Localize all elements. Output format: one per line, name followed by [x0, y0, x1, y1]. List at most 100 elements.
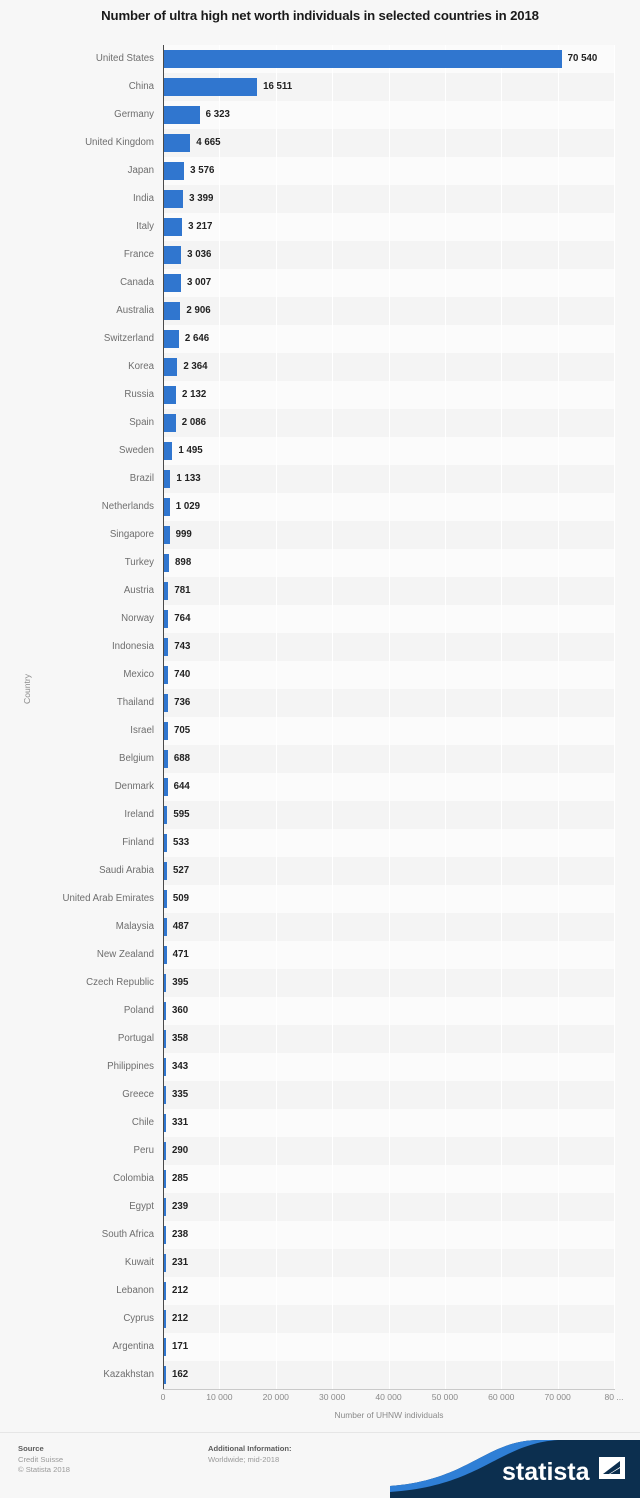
bar-row[interactable]: Portugal 358 — [0, 1025, 640, 1053]
x-tick-label: 40 000 — [375, 1392, 402, 1402]
bar[interactable] — [164, 862, 167, 880]
bar-row[interactable]: Czech Republic 395 — [0, 969, 640, 997]
bar-value-label: 999 — [175, 529, 192, 540]
bar[interactable] — [164, 358, 178, 376]
bar[interactable] — [164, 218, 183, 236]
bar-row[interactable]: France 3 036 — [0, 241, 640, 269]
bar-row[interactable]: Mexico 740 — [0, 661, 640, 689]
bar-row[interactable]: New Zealand 471 — [0, 941, 640, 969]
category-label: Spain — [129, 417, 154, 428]
bar[interactable] — [164, 554, 170, 572]
bar-row[interactable]: Philippines 343 — [0, 1053, 640, 1081]
bar-value-label: 705 — [173, 725, 191, 736]
bar[interactable] — [164, 694, 169, 712]
bar[interactable] — [164, 778, 168, 796]
bar-value-label: 239 — [172, 1201, 189, 1212]
bar-row[interactable]: Finland 533 — [0, 829, 640, 857]
bar-row[interactable]: Sweden 1 495 — [0, 437, 640, 465]
bar[interactable] — [164, 834, 167, 852]
bar-row[interactable]: India 3 399 — [0, 185, 640, 213]
bar-row[interactable]: Ireland 595 — [0, 801, 640, 829]
x-tick-label: 0 — [160, 1392, 166, 1402]
bar[interactable] — [164, 498, 170, 516]
category-label: Colombia — [113, 1173, 154, 1184]
bar-row[interactable]: Denmark 644 — [0, 773, 640, 801]
bar-row[interactable]: Saudi Arabia 527 — [0, 857, 640, 885]
bar-row[interactable]: Switzerland 2 646 — [0, 325, 640, 353]
bar-row[interactable]: Argentina 171 — [0, 1333, 640, 1361]
bar-row[interactable]: Turkey 898 — [0, 549, 640, 577]
bar-row[interactable]: Indonesia 743 — [0, 633, 640, 661]
bar-row[interactable]: South Africa 238 — [0, 1221, 640, 1249]
bar[interactable] — [164, 806, 168, 824]
bar[interactable] — [164, 386, 177, 404]
bar-value-label: 6 323 — [205, 109, 230, 120]
bar-row[interactable]: Russia 2 132 — [0, 381, 640, 409]
bar[interactable] — [164, 442, 173, 460]
bar-row[interactable]: Korea 2 364 — [0, 353, 640, 381]
bar-row[interactable]: Netherlands 1 029 — [0, 493, 640, 521]
bar-value-label: 3 036 — [187, 249, 212, 260]
bar-row[interactable]: Egypt 239 — [0, 1193, 640, 1221]
category-label: Thailand — [116, 697, 154, 708]
statista-logo[interactable]: statista — [390, 1440, 640, 1498]
bar-row[interactable]: Chile 331 — [0, 1109, 640, 1137]
bar[interactable] — [164, 666, 169, 684]
bar-row[interactable]: Singapore 999 — [0, 521, 640, 549]
x-axis-ticks: 0 10 000 20 000 30 000 40 000 50 000 60 000 70 … — [0, 1392, 640, 1406]
bar-row[interactable]: United Kingdom 4 665 — [0, 129, 640, 157]
bar-row[interactable]: Germany 6 323 — [0, 101, 640, 129]
bar-row[interactable]: Colombia 285 — [0, 1165, 640, 1193]
bar[interactable] — [164, 106, 200, 124]
bar[interactable] — [164, 162, 185, 180]
bar-row[interactable]: Australia 2 906 — [0, 297, 640, 325]
bar-row[interactable]: Kazakhstan 162 — [0, 1361, 640, 1389]
x-tick-label: 70 000 — [544, 1392, 571, 1402]
bar-row[interactable]: Belgium 688 — [0, 745, 640, 773]
bar[interactable] — [164, 330, 179, 348]
bar[interactable] — [164, 722, 168, 740]
bar-row[interactable]: China 16 511 — [0, 73, 640, 101]
bar-row[interactable]: Israel 705 — [0, 717, 640, 745]
bar[interactable] — [164, 414, 176, 432]
bar[interactable] — [164, 50, 562, 68]
bar[interactable] — [164, 302, 181, 320]
bar[interactable] — [164, 526, 170, 544]
bar[interactable] — [164, 470, 171, 488]
bar[interactable] — [164, 274, 181, 292]
bar-row[interactable]: Austria 781 — [0, 577, 640, 605]
bar[interactable] — [164, 890, 167, 908]
bar[interactable] — [164, 246, 182, 264]
bar[interactable] — [164, 750, 168, 768]
bar-row[interactable]: Kuwait 231 — [0, 1249, 640, 1277]
bar-row[interactable]: Malaysia 487 — [0, 913, 640, 941]
bar[interactable] — [164, 946, 167, 964]
bar-row[interactable]: United Arab Emirates 509 — [0, 885, 640, 913]
bar[interactable] — [164, 638, 169, 656]
bar-value-label: 238 — [172, 1229, 189, 1240]
bar-row[interactable]: Greece 335 — [0, 1081, 640, 1109]
bar[interactable] — [164, 78, 258, 96]
bar-row[interactable]: Peru 290 — [0, 1137, 640, 1165]
bar-row[interactable]: Japan 3 576 — [0, 157, 640, 185]
bar-row[interactable]: Poland 360 — [0, 997, 640, 1025]
category-label: Netherlands — [101, 501, 154, 512]
bar-row[interactable]: Canada 3 007 — [0, 269, 640, 297]
bar[interactable] — [164, 918, 167, 936]
x-tick-label: 30 000 — [318, 1392, 346, 1402]
bar-row[interactable]: United States 70 540 — [0, 45, 640, 73]
bar[interactable] — [164, 190, 184, 208]
bar-row[interactable]: Lebanon 212 — [0, 1277, 640, 1305]
bar[interactable] — [164, 610, 169, 628]
category-label: Indonesia — [111, 641, 154, 652]
bar-value-label: 764 — [174, 613, 191, 624]
bar-row[interactable]: Cyprus 212 — [0, 1305, 640, 1333]
bar-row[interactable]: Norway 764 — [0, 605, 640, 633]
bar-row[interactable]: Spain 2 086 — [0, 409, 640, 437]
bar-row[interactable]: Italy 3 217 — [0, 213, 640, 241]
category-label: Portugal — [117, 1033, 154, 1044]
bar[interactable] — [164, 134, 191, 152]
bar-row[interactable]: Brazil 1 133 — [0, 465, 640, 493]
bar[interactable] — [164, 582, 169, 600]
bar-row[interactable]: Thailand 736 — [0, 689, 640, 717]
